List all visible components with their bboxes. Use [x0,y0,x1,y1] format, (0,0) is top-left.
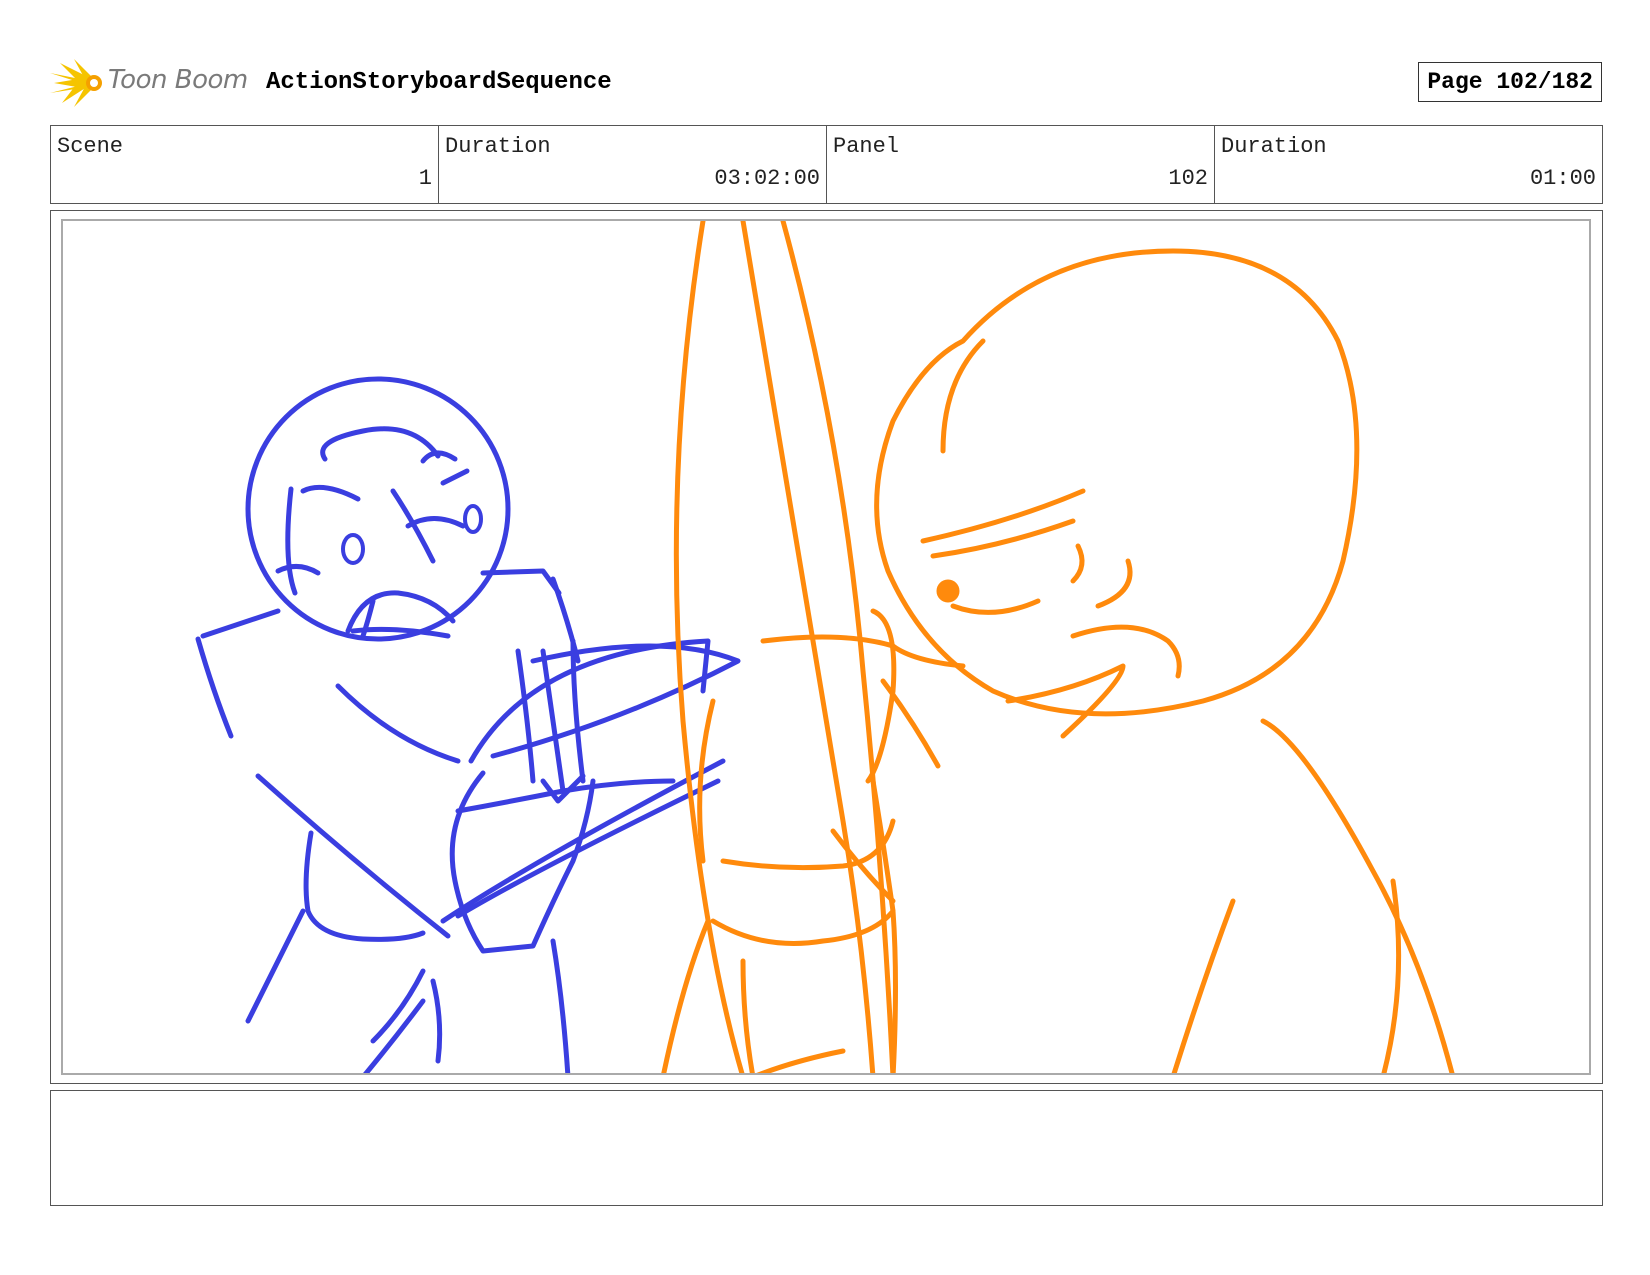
orange-character-sketch [661,221,1455,1073]
panel-cell: Panel 102 [827,126,1215,203]
storyboard-panel-frame [50,210,1603,1084]
storyboard-drawing-area [61,219,1591,1075]
blue-character-sketch [195,376,741,1073]
starburst-logo-icon [50,59,102,107]
scene-value: 1 [418,166,432,191]
document-title: ActionStoryboardSequence [266,69,612,96]
panel-label: Panel [833,134,900,159]
scene-duration-value: 03:02:00 [714,166,820,191]
panel-notes-box [50,1090,1603,1206]
page-header: Toon Boom ActionStoryboardSequence Page … [50,55,1602,107]
panel-info-table: Scene 1 Duration 03:02:00 Panel 102 Dura… [50,125,1603,204]
panel-duration-cell: Duration 01:00 [1215,126,1602,203]
scene-label: Scene [57,134,124,159]
scene-cell: Scene 1 [51,126,439,203]
scene-duration-cell: Duration 03:02:00 [439,126,827,203]
panel-duration-value: 01:00 [1529,166,1596,191]
toon-boom-logo: Toon Boom [50,57,250,109]
panel-duration-label: Duration [1221,134,1327,159]
scene-duration-label: Duration [445,134,551,159]
page-number-box: Page 102/182 [1418,62,1602,102]
panel-value: 102 [1168,166,1208,191]
sketch-drawing [195,221,1455,1073]
logo-text: Toon Boom [108,65,248,95]
